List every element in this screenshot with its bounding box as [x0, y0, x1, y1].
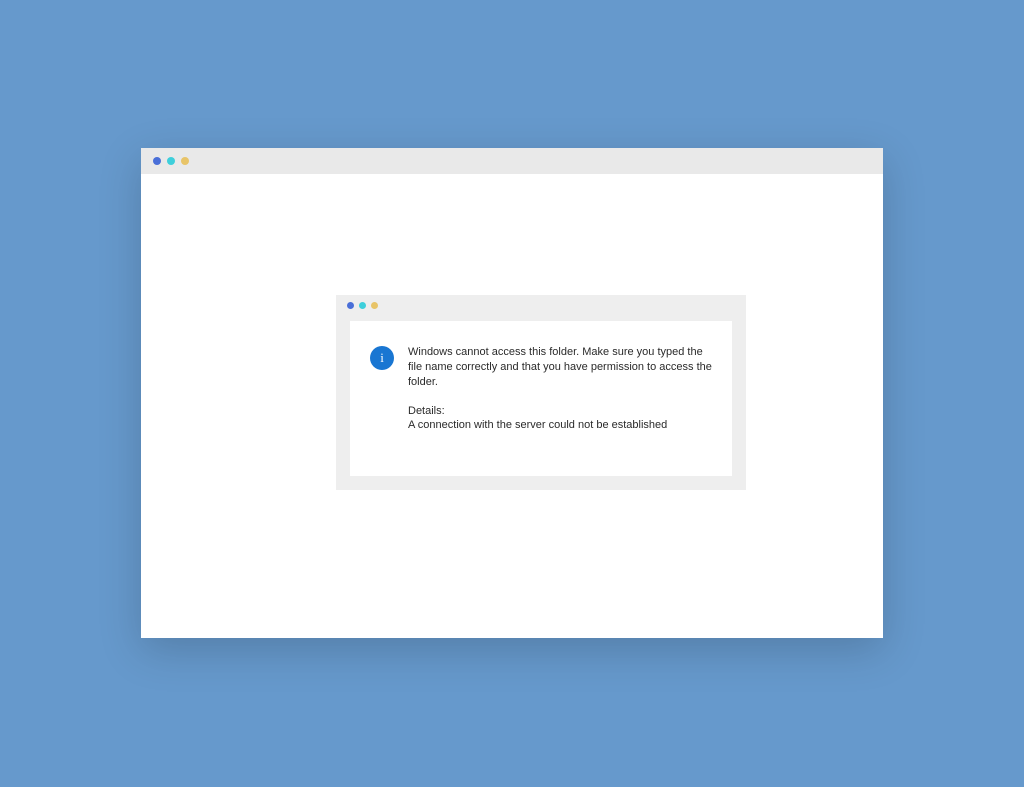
dialog-body: i Windows cannot access this folder. Mak…: [350, 321, 732, 476]
minimize-icon[interactable]: [167, 157, 175, 165]
close-icon[interactable]: [347, 302, 354, 309]
dialog-details-label: Details:: [408, 404, 712, 419]
minimize-icon[interactable]: [359, 302, 366, 309]
close-icon[interactable]: [153, 157, 161, 165]
main-window-titlebar: [141, 148, 883, 174]
error-dialog: i Windows cannot access this folder. Mak…: [336, 295, 746, 490]
maximize-icon[interactable]: [181, 157, 189, 165]
dialog-message: Windows cannot access this folder. Make …: [408, 345, 712, 390]
info-icon: i: [370, 346, 394, 370]
dialog-titlebar: [336, 295, 746, 315]
maximize-icon[interactable]: [371, 302, 378, 309]
dialog-details-text: A connection with the server could not b…: [408, 418, 712, 433]
dialog-text: Windows cannot access this folder. Make …: [408, 345, 712, 433]
